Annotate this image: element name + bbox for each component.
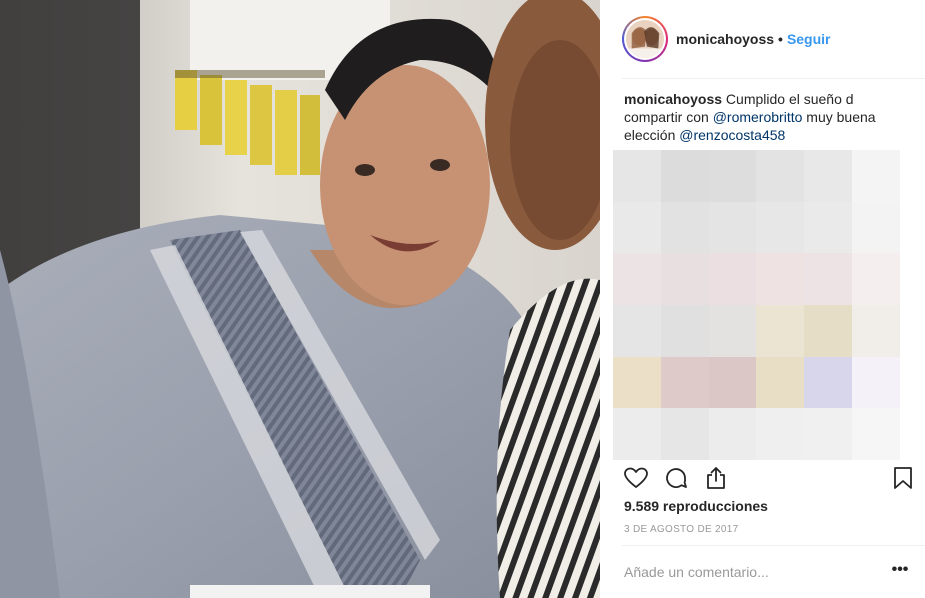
pixel-cell bbox=[660, 305, 709, 357]
pixel-cell bbox=[613, 305, 661, 357]
caption-mention-renzocosta[interactable]: @renzocosta458 bbox=[679, 127, 785, 143]
bookmark-icon bbox=[894, 467, 912, 489]
post-header: monicahoyoss • Seguir bbox=[600, 0, 925, 78]
pixel-cell bbox=[660, 150, 709, 202]
pixel-cell bbox=[852, 150, 900, 202]
pixel-cell bbox=[708, 305, 757, 357]
pixel-cell bbox=[708, 253, 757, 305]
header-divider bbox=[622, 78, 925, 79]
video-frame bbox=[0, 0, 600, 598]
pixel-cell bbox=[756, 201, 805, 254]
comment-input[interactable] bbox=[624, 562, 874, 582]
pixel-cell bbox=[660, 356, 709, 409]
pixel-cell bbox=[660, 253, 709, 305]
pixel-cell bbox=[613, 408, 661, 460]
pixel-cell bbox=[708, 356, 757, 409]
pixel-cell bbox=[613, 253, 661, 305]
pixel-cell bbox=[708, 150, 757, 202]
more-options-button[interactable]: ••• bbox=[888, 560, 912, 584]
pixel-cell bbox=[613, 356, 661, 409]
pixel-cell bbox=[804, 253, 853, 305]
pixel-cell bbox=[804, 408, 853, 460]
pixel-cell bbox=[804, 356, 853, 409]
pixel-cell bbox=[756, 253, 805, 305]
pixel-cell bbox=[852, 408, 900, 460]
pixel-cell bbox=[708, 201, 757, 254]
caption-username[interactable]: monicahoyoss bbox=[624, 91, 722, 107]
pixel-cell bbox=[756, 150, 805, 202]
save-button[interactable] bbox=[889, 464, 917, 492]
action-bar bbox=[622, 463, 917, 493]
pixel-cell bbox=[613, 201, 661, 254]
comment-bubble-icon bbox=[666, 468, 687, 488]
pixel-cell bbox=[756, 356, 805, 409]
pixel-cell bbox=[756, 408, 805, 460]
more-options-icon: ••• bbox=[891, 561, 909, 578]
post-panel: monicahoyoss • Seguir monicahoyoss Cumpl… bbox=[600, 0, 925, 598]
share-button[interactable] bbox=[702, 464, 730, 492]
pixel-cell bbox=[708, 408, 757, 460]
header-username[interactable]: monicahoyoss bbox=[676, 31, 774, 47]
post-date: 3 DE AGOSTO DE 2017 bbox=[624, 524, 739, 535]
post-caption: monicahoyoss Cumplido el sueño d compart… bbox=[624, 90, 896, 144]
follow-button[interactable]: Seguir bbox=[787, 31, 831, 47]
pixel-cell bbox=[756, 305, 805, 357]
pixel-cell bbox=[804, 150, 853, 202]
pixelated-comments-area bbox=[613, 150, 900, 460]
pixel-cell bbox=[804, 201, 853, 254]
pixel-cell bbox=[660, 408, 709, 460]
post-video[interactable] bbox=[0, 0, 600, 598]
header-separator: • bbox=[778, 31, 783, 47]
comment-divider bbox=[622, 545, 925, 546]
views-label: reproducciones bbox=[659, 498, 768, 514]
like-button[interactable] bbox=[622, 464, 650, 492]
comment-button[interactable] bbox=[662, 464, 690, 492]
share-icon bbox=[707, 467, 725, 489]
pixel-cell bbox=[852, 305, 900, 357]
views-count[interactable]: 9.589 reproducciones bbox=[624, 498, 768, 514]
avatar-image bbox=[626, 20, 664, 58]
heart-icon bbox=[624, 467, 648, 488]
pixel-cell bbox=[852, 356, 900, 409]
pixel-cell bbox=[852, 201, 900, 254]
pixel-cell bbox=[613, 150, 661, 202]
caption-mention-romerobritto[interactable]: @romerobritto bbox=[713, 109, 803, 125]
avatar[interactable] bbox=[622, 16, 668, 62]
pixel-cell bbox=[804, 305, 853, 357]
pixel-cell bbox=[852, 253, 900, 305]
views-number: 9.589 bbox=[624, 498, 660, 514]
pixel-cell bbox=[660, 201, 709, 254]
